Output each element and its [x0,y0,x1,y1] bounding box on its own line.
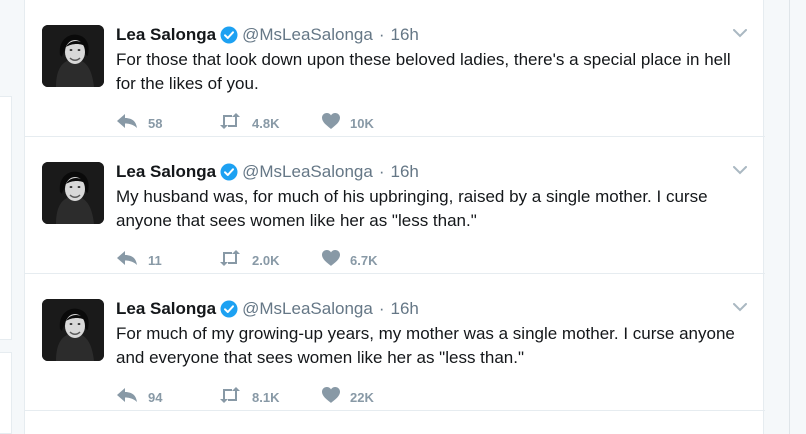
author-handle[interactable]: @MsLeaSalonga [242,299,373,319]
author-name[interactable]: Lea Salonga [116,299,216,319]
like-count: 22K [350,389,374,405]
like-button[interactable]: 10K [322,112,402,134]
tweet-header: Lea Salonga @MsLeaSalonga · 16h [116,298,419,320]
avatar[interactable] [42,299,104,361]
reply-icon [116,113,138,134]
separator-dot: · [378,162,385,181]
tweet-actions: 58 4.8K 10K [116,112,402,134]
reply-icon [116,250,138,271]
right-divider [789,0,790,434]
timestamp[interactable]: 16h [390,25,418,45]
retweet-button[interactable]: 8.1K [218,386,322,408]
tweet-text: My husband was, for much of his upbringi… [116,187,708,230]
author-handle[interactable]: @MsLeaSalonga [242,25,373,45]
like-count: 10K [350,115,374,131]
chevron-down-icon[interactable] [731,300,749,314]
retweet-icon [218,386,242,408]
retweet-icon [218,249,242,271]
tweet-timeline: Lea Salonga @MsLeaSalonga · 16h For thos… [24,0,765,434]
reply-count: 58 [148,115,163,131]
verified-badge-icon [220,163,238,181]
chevron-down-icon[interactable] [731,26,749,40]
heart-icon [322,112,340,134]
timestamp[interactable]: 16h [390,299,418,319]
heart-icon [322,386,340,408]
reply-button[interactable]: 58 [116,113,218,134]
retweet-count: 2.0K [252,252,280,268]
verified-badge-icon [220,300,238,318]
reply-button[interactable]: 11 [116,250,218,271]
retweet-count: 4.8K [252,115,280,131]
like-button[interactable]: 6.7K [322,249,402,271]
reply-icon [116,387,138,408]
chevron-down-icon[interactable] [731,163,749,177]
author-name[interactable]: Lea Salonga [116,25,216,45]
tweet-item[interactable]: Lea Salonga @MsLeaSalonga · 16h My husba… [25,137,765,274]
retweet-button[interactable]: 2.0K [218,249,322,271]
separator-dot: · [378,25,385,44]
tweet-text: For much of my growing-up years, my moth… [116,324,735,367]
retweet-button[interactable]: 4.8K [218,112,322,134]
tweet-item[interactable]: Lea Salonga @MsLeaSalonga · 16h For thos… [25,0,765,137]
tweet-header: Lea Salonga @MsLeaSalonga · 16h [116,161,419,183]
like-button[interactable]: 22K [322,386,402,408]
heart-icon [322,249,340,271]
verified-badge-icon [220,26,238,44]
left-column-card-lower [0,352,12,434]
author-name[interactable]: Lea Salonga [116,162,216,182]
avatar[interactable] [42,25,104,87]
tweet-header: Lea Salonga @MsLeaSalonga · 16h [116,24,419,46]
separator-dot: · [378,299,385,318]
left-column-card [0,96,12,340]
like-count: 6.7K [350,252,378,268]
avatar[interactable] [42,162,104,224]
author-handle[interactable]: @MsLeaSalonga [242,162,373,182]
tweet-item[interactable]: Lea Salonga @MsLeaSalonga · 16h For much… [25,274,765,411]
reply-count: 11 [148,252,162,268]
tweet-actions: 11 2.0K 6.7K [116,249,402,271]
retweet-icon [218,112,242,134]
retweet-count: 8.1K [252,389,280,405]
right-column-background [764,0,806,434]
tweet-text: For those that look down upon these belo… [116,50,731,93]
reply-button[interactable]: 94 [116,387,218,408]
tweet-actions: 94 8.1K 22K [116,386,402,408]
timestamp[interactable]: 16h [390,162,418,182]
reply-count: 94 [148,389,163,405]
